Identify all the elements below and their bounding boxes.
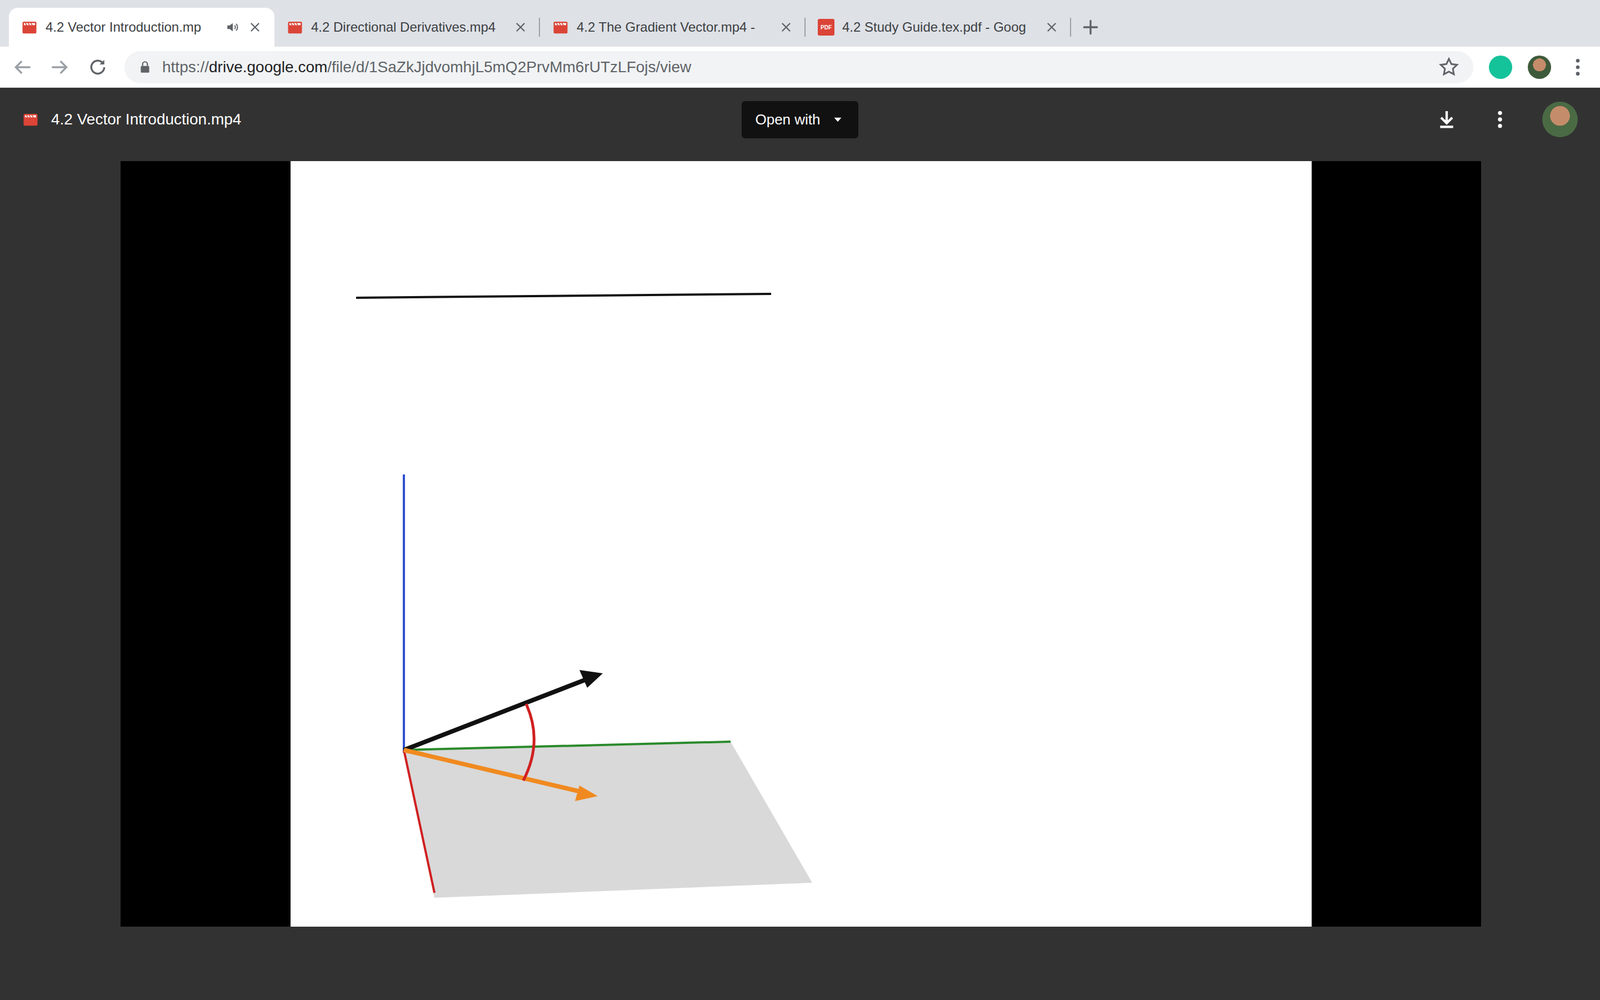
video-file-icon — [286, 18, 304, 36]
speaker-icon[interactable] — [225, 20, 240, 35]
browser-tab[interactable]: 4.2 Vector Introduction.mp — [8, 7, 275, 47]
browser-tab[interactable]: PDF 4.2 Study Guide.tex.pdf - Goog — [805, 7, 1072, 47]
tab-label[interactable]: 4.2 Directional Derivatives.mp4 — [311, 17, 498, 38]
video-file-icon — [22, 111, 39, 128]
tab-label[interactable]: 4.2 Vector Introduction.mp — [45, 17, 218, 38]
open-with-button[interactable]: Open with — [741, 101, 858, 139]
bookmark-star-icon[interactable] — [1437, 56, 1460, 79]
close-icon[interactable] — [1044, 20, 1059, 35]
menu-kebab-icon[interactable] — [1566, 56, 1589, 79]
url-scheme: https:// — [162, 58, 209, 76]
extension-icon[interactable] — [1488, 55, 1513, 79]
back-icon[interactable] — [11, 56, 34, 79]
address-bar[interactable]: https://drive.google.com/file/d/1SaZkJjd… — [124, 51, 1474, 84]
more-kebab-icon[interactable] — [1488, 108, 1512, 131]
viewer-actions — [858, 101, 1578, 138]
close-icon[interactable] — [247, 20, 263, 35]
forward-icon[interactable] — [48, 56, 72, 79]
reload-icon[interactable] — [86, 56, 109, 79]
browser-toolbar: https://drive.google.com/file/d/1SaZkJjd… — [0, 46, 1600, 88]
close-icon[interactable] — [513, 20, 528, 35]
viewer-header: 4.2 Vector Introduction.mp4 Open with — [0, 87, 1600, 152]
url-text[interactable]: https://drive.google.com/file/d/1SaZkJjd… — [162, 55, 1428, 79]
tab-strip: 4.2 Vector Introduction.mp 4.2 Directiona… — [0, 0, 1600, 47]
tab-label[interactable]: 4.2 Study Guide.tex.pdf - Goog — [842, 17, 1029, 38]
file-name: 4.2 Vector Introduction.mp4 — [51, 107, 242, 132]
viewer-title-area: 4.2 Vector Introduction.mp4 — [22, 107, 742, 132]
url-host: drive.google.com — [208, 58, 328, 76]
download-icon[interactable] — [1435, 108, 1458, 131]
plus-icon — [1079, 16, 1102, 39]
video-file-icon — [552, 18, 569, 36]
new-tab-button[interactable] — [1071, 7, 1110, 47]
caret-down-icon — [830, 112, 845, 127]
close-icon[interactable] — [778, 20, 794, 35]
tab-label[interactable]: 4.2 The Gradient Vector.mp4 - — [576, 17, 764, 38]
lock-icon — [137, 60, 153, 75]
video-file-icon — [21, 18, 38, 36]
open-with-label[interactable]: Open with — [755, 108, 820, 131]
video-player[interactable] — [120, 161, 1482, 927]
browser-tab[interactable]: 4.2 Directional Derivatives.mp4 — [274, 7, 540, 47]
url-path: /file/d/1SaZkJjdvomhjL5mQ2PrvMm6rUTzLFoj… — [327, 58, 692, 76]
browser-tab[interactable]: 4.2 The Gradient Vector.mp4 - — [540, 7, 806, 47]
pdf-icon: PDF — [817, 18, 835, 36]
profile-avatar-icon[interactable] — [1527, 55, 1552, 79]
account-avatar-icon[interactable] — [1542, 101, 1578, 138]
video-frame — [290, 161, 1312, 927]
